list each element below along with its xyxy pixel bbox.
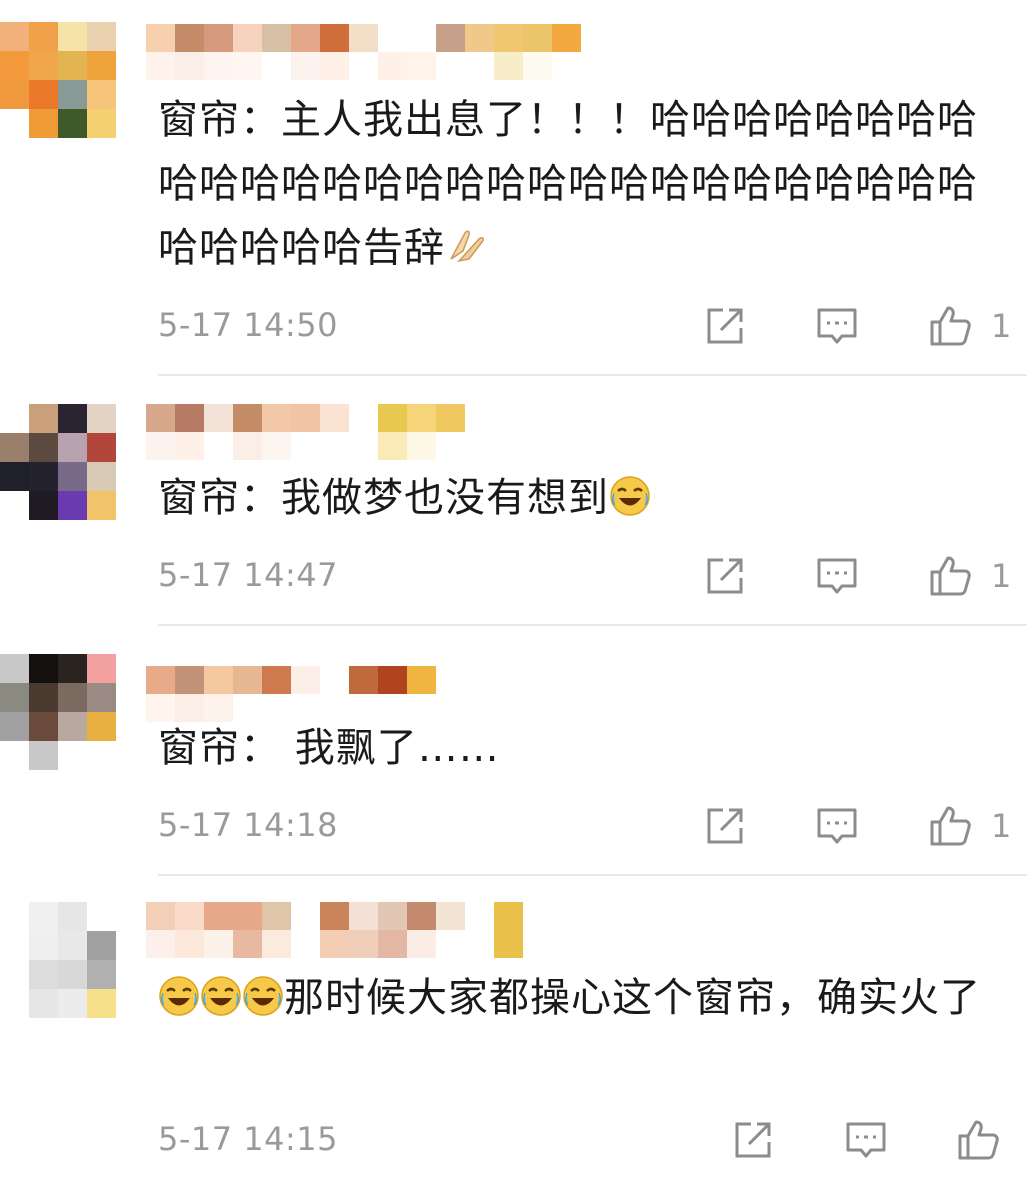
comment-text-content: 窗帘： 我飘了…… [158,725,500,771]
crying-laughing-emoji [609,475,651,517]
avatar[interactable] [0,22,116,138]
divider [158,624,1027,626]
comment-text: 窗帘： 我飘了…… [158,716,1016,780]
like-icon[interactable] [928,554,972,598]
timestamp: 5-17 14:18 [158,806,339,844]
like-count: 1 [991,807,1012,845]
username-pixelated[interactable] [146,404,465,460]
share-icon[interactable] [703,804,747,848]
comment-text-content: 那时候大家都操心这个窗帘，确实火了 [284,975,981,1021]
folded-hands-emoji [445,225,487,267]
avatar[interactable] [0,654,116,770]
share-icon[interactable] [731,1118,775,1162]
comment-text: 那时候大家都操心这个窗帘，确实火了 [158,966,1016,1030]
avatar[interactable] [0,404,116,520]
comment-icon[interactable] [815,304,859,348]
crying-laughing-emoji [200,975,242,1017]
like-icon[interactable] [928,804,972,848]
like-count: 1 [991,557,1012,595]
comment-text: 窗帘：我做梦也没有想到 [158,466,1016,530]
comment-text-content: 窗帘：我做梦也没有想到 [158,475,609,521]
share-icon[interactable] [703,554,747,598]
timestamp: 5-17 14:47 [158,556,339,594]
divider [158,374,1027,376]
divider [158,874,1027,876]
like-count: 1 [991,307,1012,345]
comment-meta: 5-17 14:15 [158,1114,1016,1164]
comment-icon[interactable] [815,554,859,598]
crying-laughing-emoji [242,975,284,1017]
username-pixelated[interactable] [146,666,436,722]
comment-meta: 5-17 14:18 1 [158,800,1016,850]
timestamp: 5-17 14:15 [158,1120,339,1158]
comment-text: 窗帘：主人我出息了！！！哈哈哈哈哈哈哈哈哈哈哈哈哈哈哈哈哈哈哈哈哈哈哈哈哈哈哈哈… [158,88,1016,280]
share-icon[interactable] [703,304,747,348]
like-icon[interactable] [956,1118,1000,1162]
like-icon[interactable] [928,304,972,348]
comment-meta: 5-17 14:50 1 [158,300,1016,350]
username-pixelated[interactable] [146,24,581,80]
comment-text-content: 窗帘：主人我出息了！！！哈哈哈哈哈哈哈哈哈哈哈哈哈哈哈哈哈哈哈哈哈哈哈哈哈哈哈哈… [158,97,978,271]
comment-icon[interactable] [815,804,859,848]
comment-meta: 5-17 14:47 1 [158,550,1016,600]
username-pixelated[interactable] [146,902,523,958]
timestamp: 5-17 14:50 [158,306,339,344]
avatar[interactable] [0,902,116,1018]
crying-laughing-emoji [158,975,200,1017]
comment-icon[interactable] [844,1118,888,1162]
